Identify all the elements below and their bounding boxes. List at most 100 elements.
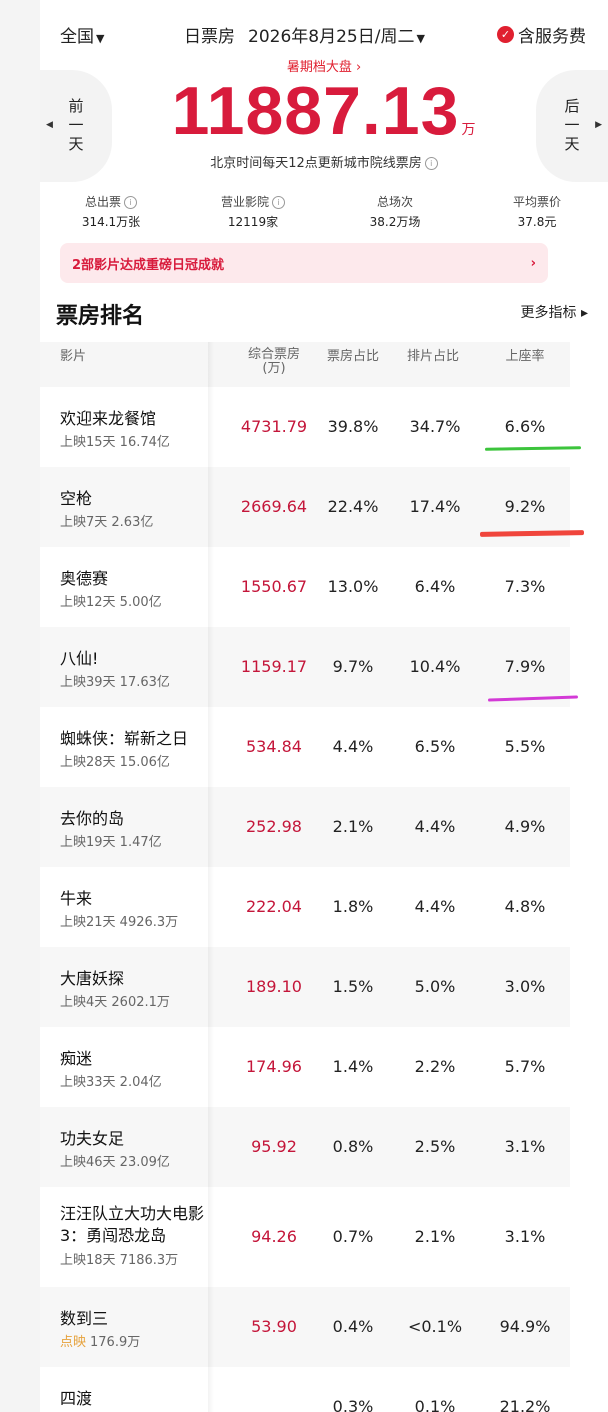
box-office-page: 全国 ▼ 日票房 2026年8月25日/周二 ▼ ✓ 含服务费 暑期档大盘 › ◀ 前… <box>40 0 608 1412</box>
table-row[interactable]: 奥德赛上映12天 5.00亿 1550.67 13.0% 6.4% 7.3% <box>40 547 570 627</box>
movie-subinfo: 上映28天 15.06亿 <box>60 751 170 770</box>
service-fee-label: 含服务费 <box>518 27 586 47</box>
stat-avg-price: 平均票价 37.8元 <box>466 193 608 230</box>
table-row[interactable]: 汪汪队立大功大电影3：勇闯恐龙岛 上映18天 7186.3万 94.26 0.7% 2.… <box>40 1187 570 1287</box>
schedule-share-value: 6.5% <box>414 737 456 756</box>
box-office-value: 189.10 <box>246 977 302 996</box>
seat-rate-value: 21.2% <box>499 1397 551 1412</box>
schedule-share-value: 17.4% <box>409 497 461 516</box>
table-row[interactable]: 蜘蛛侠：崭新之日 上映28天 15.06亿 534.84 4.4% 6.5% 5.5% <box>40 707 570 787</box>
bo-share-value: 1.8% <box>332 897 374 916</box>
movie-subinfo-text: 上映18天 7186.3万 <box>60 1253 179 1268</box>
movie-subinfo-text: 上映15天 16.74亿 <box>60 435 170 450</box>
movie-name: 痴迷 <box>60 1049 93 1068</box>
movie-subinfo-text: 上映21天 4926.3万 <box>60 915 179 930</box>
movie-name: 去你的岛 <box>60 809 125 828</box>
col-header-film[interactable]: 影片 <box>60 350 86 364</box>
stat-value: 38.2万场 <box>369 215 421 229</box>
table-row[interactable]: 八仙! 上映39天 17.63亿 1159.17 9.7% 10.4% 7.9% <box>40 627 570 707</box>
table-row[interactable]: 功夫女足 上映46天 23.09亿 95.92 0.8% 2.5% 3.1% <box>40 1107 570 1187</box>
ranking-title: 票房排名 <box>56 304 145 329</box>
seat-rate-value: 94.9% <box>499 1317 551 1336</box>
seat-rate-value: 5.5% <box>504 737 546 756</box>
table-row[interactable]: 欢迎来龙餐馆 上映15天 16.74亿 4731.79 39.8% 34.7% 6.6% <box>40 387 570 467</box>
schedule-share-value: 4.4% <box>414 817 456 836</box>
movie-subinfo: 上映33天 2.04亿 <box>60 1071 162 1090</box>
info-icon[interactable]: i <box>424 157 438 170</box>
seat-rate-value: 7.3% <box>504 577 546 596</box>
movie-name: 功夫女足 <box>60 1129 125 1148</box>
movie-subinfo-text: 上映4天 2602.1万 <box>60 995 170 1010</box>
service-fee-toggle[interactable]: ✓ 含服务费 <box>497 22 586 47</box>
movie-name: 八仙! <box>60 649 99 668</box>
type-label: 日票房 <box>184 27 235 47</box>
banner-text: 2部影片达成重磅日冠成就 <box>72 257 225 273</box>
bo-share-value: 1.5% <box>332 977 374 996</box>
caret-down-icon: ▼ <box>416 32 425 45</box>
chevron-right-icon: › <box>530 255 536 271</box>
movie-subinfo-text: 上映39天 17.63亿 <box>60 675 170 690</box>
box-office-value: 222.04 <box>246 897 302 916</box>
col-header-box-office[interactable]: 综合票房 (万) <box>236 348 312 376</box>
sticky-column-shadow <box>208 342 214 1412</box>
movie-subinfo: 上映7天 2.63亿 <box>60 511 153 530</box>
movie-subinfo-text: 上映19天 1.47亿 <box>60 835 162 850</box>
table-row[interactable]: 牛来 上映21天 4926.3万 222.04 1.8% 4.4% 4.8% <box>40 867 570 947</box>
table-row[interactable]: 四渡上映41天 2.98亿0.3%0.1%21.2% <box>40 1367 570 1412</box>
schedule-share-value: 4.4% <box>414 897 456 916</box>
info-icon[interactable]: i <box>124 196 137 209</box>
stat-label: 总场次 <box>376 195 413 209</box>
col-header-bo-share[interactable]: 票房占比 <box>318 350 388 364</box>
box-office-value: 1550.67 <box>240 577 308 596</box>
box-office-value: 174.96 <box>246 1057 302 1076</box>
bo-share-value: 9.7% <box>332 657 374 676</box>
preview-badge: 点映 <box>60 1335 87 1350</box>
stat-value: 37.8元 <box>517 215 557 229</box>
movie-name: 奥德赛 <box>60 569 109 588</box>
bo-share-value: 39.8% <box>327 417 379 436</box>
col-header-seat-rate[interactable]: 上座率 <box>490 350 560 364</box>
seat-rate-value: 4.9% <box>504 817 546 836</box>
schedule-share-value: 6.4% <box>414 577 456 596</box>
box-office-value: 2669.64 <box>240 497 308 516</box>
movie-subinfo-text: 上映7天 2.63亿 <box>60 515 154 530</box>
date-selector[interactable]: 2026年8月25日/周二 ▼ <box>248 22 425 47</box>
table-row[interactable]: 数到三 点映 176.9万 53.90 0.4% <0.1% 94.9% <box>40 1287 570 1367</box>
schedule-share-value: 2.5% <box>414 1137 456 1156</box>
movie-subinfo-text: 上映33天 2.04亿 <box>60 1075 162 1090</box>
bo-share-value: 0.7% <box>332 1227 374 1246</box>
stat-cinemas: 营业影院 i 12119家 <box>182 193 324 230</box>
stat-value: 314.1万张 <box>81 215 141 229</box>
movie-subinfo: 上映18天 7186.3万 <box>60 1249 178 1268</box>
box-office-value: 94.26 <box>251 1227 297 1246</box>
seat-rate-value: 6.6% <box>504 417 546 436</box>
movie-subinfo: 上映39天 17.63亿 <box>60 671 170 690</box>
box-office-value: 95.92 <box>251 1137 297 1156</box>
seat-rate-value: 4.8% <box>504 897 546 916</box>
seat-rate-value: 5.7% <box>504 1057 546 1076</box>
info-icon[interactable]: i <box>272 196 285 209</box>
stat-label: 总出票 <box>84 195 121 209</box>
table-row[interactable]: 去你的岛上映19天 1.47亿 252.98 2.1% 4.4% 4.9% <box>40 787 570 867</box>
box-office-value: 252.98 <box>246 817 302 836</box>
box-office-value: 534.84 <box>246 737 302 756</box>
bo-share-value: 0.3% <box>332 1397 374 1412</box>
movie-subinfo: 上映46天 23.09亿 <box>60 1151 170 1170</box>
schedule-share-value: <0.1% <box>407 1317 463 1336</box>
stat-label: 平均票价 <box>512 195 561 209</box>
bo-share-value: 0.4% <box>332 1317 374 1336</box>
table-header: 影片 综合票房 (万) 票房占比 排片占比 上座率 <box>40 342 570 387</box>
bo-share-value: 2.1% <box>332 817 374 836</box>
region-selector[interactable]: 全国 ▼ <box>60 22 104 47</box>
seat-rate-value: 3.0% <box>504 977 546 996</box>
bo-share-value: 13.0% <box>327 577 379 596</box>
achievement-banner[interactable]: 2部影片达成重磅日冠成就 › <box>60 243 548 283</box>
more-metrics-link[interactable]: 更多指标 ▸ <box>521 302 588 322</box>
movie-subinfo: 点映 176.9万 <box>60 1331 140 1350</box>
schedule-share-value: 2.1% <box>414 1227 456 1246</box>
stat-value: 12119家 <box>227 215 279 229</box>
table-row[interactable]: 痴迷 上映33天 2.04亿 174.96 1.4% 2.2% 5.7% <box>40 1027 570 1107</box>
table-row[interactable]: 大唐妖探 上映4天 2602.1万 189.10 1.5% 5.0% 3.0% <box>40 947 570 1027</box>
movie-subinfo-text: 上映12天 5.00亿 <box>60 595 162 610</box>
col-header-schedule-share[interactable]: 排片占比 <box>398 350 468 364</box>
